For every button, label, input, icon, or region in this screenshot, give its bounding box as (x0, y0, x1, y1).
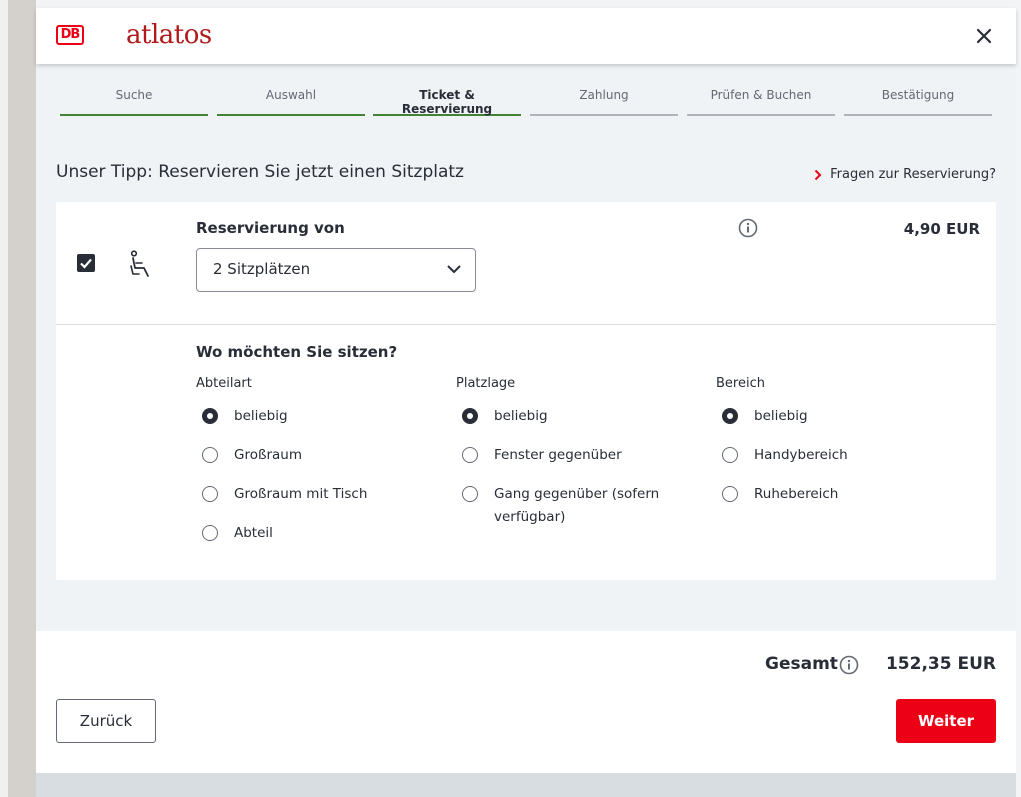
radio-abteilart-beliebig[interactable]: beliebig (196, 405, 426, 428)
background-below-dialog (36, 773, 1016, 797)
total-value: 152,35 EUR (885, 654, 996, 674)
step-label: Suche (115, 88, 153, 102)
dialog-header: DB atlatos (36, 8, 1016, 64)
radio-empty-icon (722, 447, 738, 463)
step-label: Bestätigung (881, 88, 955, 102)
radio-bereich-ruhe[interactable]: Ruhebereich (716, 483, 946, 506)
abteilart-title: Abteilart (196, 376, 252, 391)
total-label: Gesamt (765, 654, 838, 674)
radio-empty-icon (462, 447, 478, 463)
radio-selected-icon (462, 408, 478, 424)
option-label: beliebig (234, 408, 288, 424)
step-label: Zahlung (579, 88, 629, 102)
back-button[interactable]: Zurück (56, 699, 156, 743)
option-label: Abteil (234, 525, 273, 541)
option-label: Großraum mit Tisch (234, 486, 368, 502)
step-pruefen-buchen: Prüfen & Buchen (687, 88, 835, 116)
db-logo: DB (56, 25, 84, 45)
seat-preference-heading: Wo möchten Sie sitzen? (196, 343, 398, 361)
radio-bereich-beliebig[interactable]: beliebig (716, 405, 946, 428)
option-label: Ruhebereich (754, 486, 839, 502)
step-suche[interactable]: Suche (60, 88, 208, 116)
reservation-tip-heading: Unser Tipp: Reservieren Sie jetzt einen … (56, 162, 464, 182)
next-button[interactable]: Weiter (896, 699, 996, 743)
reservation-label: Reservierung von (196, 219, 345, 237)
background-left-strip (0, 0, 36, 797)
step-bestaetigung: Bestätigung (844, 88, 992, 116)
reservation-checkbox[interactable] (77, 254, 95, 272)
seat-count-select[interactable]: 2 Sitzplätzen (196, 248, 476, 292)
radio-platzlage-beliebig[interactable]: beliebig (456, 405, 671, 428)
radio-platzlage-fenster[interactable]: Fenster gegenüber (456, 444, 671, 467)
checkmark-icon (80, 258, 92, 269)
radio-empty-icon (722, 486, 738, 502)
radio-bereich-handy[interactable]: Handybereich (716, 444, 946, 467)
step-zahlung: Zahlung (530, 88, 678, 116)
step-auswahl[interactable]: Auswahl (217, 88, 365, 116)
option-label: Handybereich (754, 447, 848, 463)
radio-empty-icon (202, 447, 218, 463)
radio-abteilart-grossraum[interactable]: Großraum (196, 444, 426, 467)
step-ticket-reservierung: Ticket & Reservierung (373, 88, 521, 116)
radio-empty-icon (202, 486, 218, 502)
option-label: Fenster gegenüber (494, 447, 622, 463)
seat-icon (130, 250, 149, 277)
seat-count-value: 2 Sitzplätzen (213, 260, 311, 278)
faq-link-label: Fragen zur Reservierung? (830, 167, 996, 182)
chevron-down-icon (447, 265, 461, 274)
radio-selected-icon (202, 408, 218, 424)
background-top-strip (36, 0, 1021, 8)
divider (56, 324, 996, 325)
option-label: Gang gegenüber (sofern verfügbar) (494, 486, 660, 525)
bereich-group: Bereich beliebig Handybereich Ruhebereic… (716, 376, 946, 522)
radio-empty-icon (202, 525, 218, 541)
radio-empty-icon (462, 486, 478, 502)
step-label: Ticket & Reservierung (401, 88, 493, 116)
faq-reservation-link[interactable]: Fragen zur Reservierung? (814, 167, 996, 182)
radio-selected-icon (722, 408, 738, 424)
platzlage-group: Platzlage beliebig Fenster gegenüber Gan… (456, 376, 671, 545)
radio-platzlage-gang[interactable]: Gang gegenüber (sofern verfügbar) (456, 483, 671, 529)
booking-dialog: DB atlatos Suche Auswahl Ticket & Reserv… (36, 8, 1016, 773)
option-label: Großraum (234, 447, 303, 463)
radio-abteilart-grossraum-tisch[interactable]: Großraum mit Tisch (196, 483, 426, 506)
radio-abteilart-abteil[interactable]: Abteil (196, 522, 426, 545)
progress-steps: Suche Auswahl Ticket & Reservierung Zahl… (60, 88, 992, 116)
close-icon (976, 28, 992, 44)
reservation-price: 4,90 EUR (903, 220, 980, 238)
option-label: beliebig (494, 408, 548, 424)
scrollbar-track[interactable] (1016, 0, 1021, 797)
platzlage-title: Platzlage (456, 376, 516, 391)
chevron-right-icon (814, 169, 822, 180)
bereich-title: Bereich (716, 376, 765, 391)
step-label: Prüfen & Buchen (710, 88, 812, 102)
abteilart-group: Abteilart beliebig Großraum Großraum mit… (196, 376, 426, 561)
total-info-icon[interactable] (839, 655, 859, 675)
option-label: beliebig (754, 408, 808, 424)
close-button[interactable] (974, 26, 994, 46)
step-label: Auswahl (265, 88, 317, 102)
brand-name: atlatos (126, 20, 212, 50)
info-icon[interactable] (738, 218, 758, 238)
reservation-card: Reservierung von 2 Sitzplätzen 4,90 EUR … (56, 202, 996, 580)
dialog-footer: Gesamt 152,35 EUR Zurück Weiter (36, 631, 1016, 773)
